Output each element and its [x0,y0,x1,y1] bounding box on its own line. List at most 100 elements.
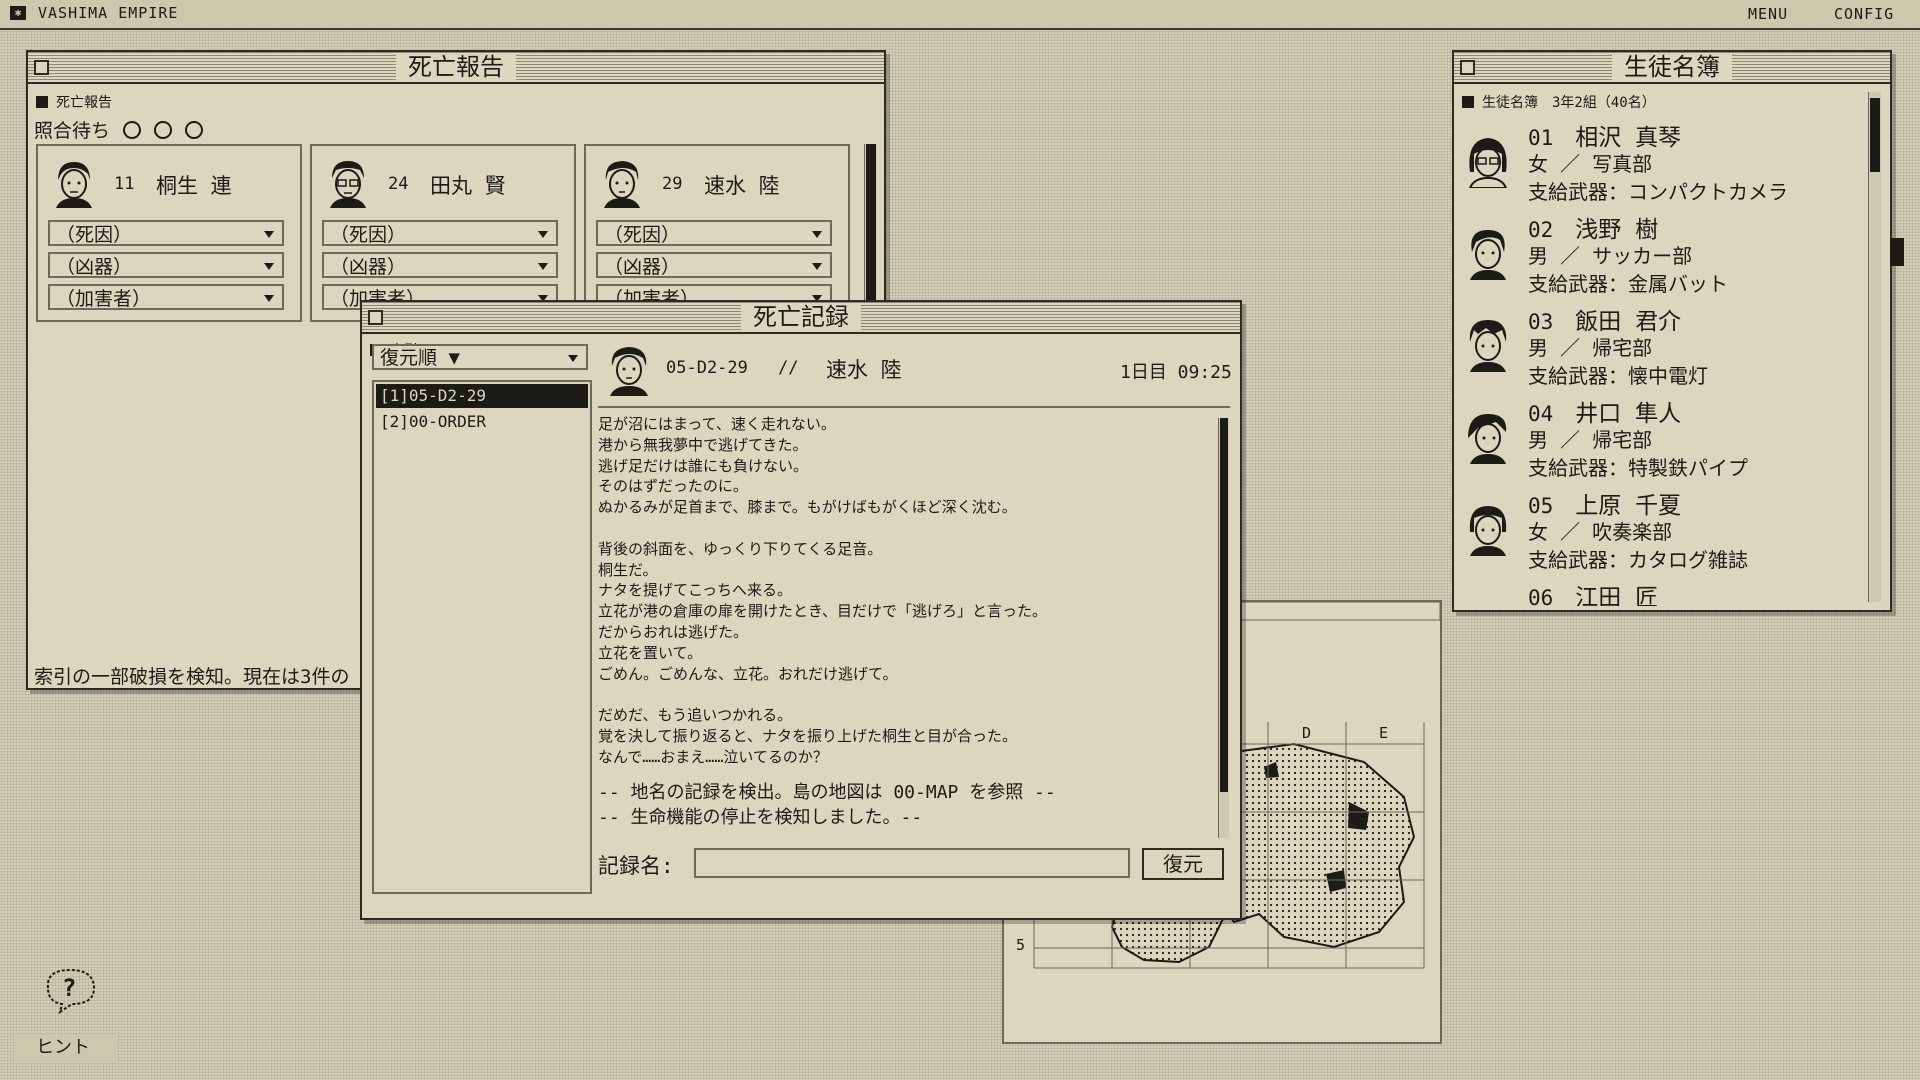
portrait-icon [1469,320,1507,372]
dropdown-arrow-icon [568,355,578,362]
student-number: 24 [388,174,409,194]
square-bullet-icon [36,96,48,108]
window-title: 死亡記録 [741,304,861,330]
index-item[interactable]: [1]05-D2-29 [376,384,588,408]
student-number: 01 [1528,126,1554,150]
victim-card[interactable]: 24 田丸 賢 （死因） （凶器） （加害者） [310,144,576,322]
dropdown-arrow-icon [538,231,548,238]
window-close-box[interactable] [34,60,49,75]
student-name: 速水 陸 [704,174,780,198]
window-titlebar[interactable]: 生徒名簿 [1454,52,1890,84]
roster-scrollbar[interactable] [1868,92,1881,602]
portrait-icon [1470,230,1506,280]
index-damage-notice: 索引の一部破損を検知。現在は3件の [34,666,350,688]
window-titlebar[interactable]: 死亡報告 [28,52,884,84]
cause-of-death-select[interactable]: （死因） [48,220,284,246]
gender-club: 男 ／ サッカー部 [1528,244,1693,268]
sort-order-select[interactable]: 復元順 ▼ [372,344,588,370]
match-status: 照合待ち [34,116,204,143]
victim-card[interactable]: 11 桐生 連 （死因） （凶器） （加害者） [36,144,302,322]
record-id: 05-D2-29 [666,358,748,378]
question-bubble-icon[interactable]: ? [38,964,102,1016]
window-title: 生徒名簿 [1612,54,1732,80]
student-number: 05 [1528,494,1554,518]
student-entry[interactable]: 04 井口 隼人 男 ／ 帰宅部 支給武器：特製鉄パイプ [1464,394,1884,484]
menu-button[interactable]: MENU [1748,5,1788,23]
perpetrator-select[interactable]: （加害者） [48,284,284,310]
portrait-icon [330,161,366,208]
cause-of-death-select[interactable]: （死因） [596,220,832,246]
portrait-icon [604,161,640,208]
map-col-label: E [1379,724,1388,742]
issued-weapon: 支給武器：金属バット [1528,272,1728,296]
svg-text:?: ? [62,974,76,1002]
map-row-label: 5 [1016,936,1025,954]
student-entry[interactable]: 03 飯田 君介 男 ／ 帰宅部 支給武器：懐中電灯 [1464,302,1884,392]
record-index-list[interactable]: [1]05-D2-29 [2]00-ORDER [372,380,592,894]
student-number: 03 [1528,310,1554,334]
portrait-icon [1468,414,1507,464]
portrait-icon [56,162,92,208]
dropdown-arrow-icon [812,263,822,270]
window-title: 死亡報告 [396,54,516,80]
record-name-input[interactable] [694,848,1130,878]
weapon-select[interactable]: （凶器） [322,252,558,278]
restore-button[interactable]: 復元 [1142,848,1224,880]
issued-weapon: 支給武器：特製鉄パイプ [1528,456,1748,480]
student-entry[interactable]: 02 浅野 樹 男 ／ サッカー部 支給武器：金属バット [1464,210,1884,300]
system-message: -- 地名の記録を検出。島の地図は 00-MAP を参照 -- [598,781,1056,803]
dropdown-arrow-icon [812,231,822,238]
class-info: 3年2組（40名） [1552,95,1656,111]
app-title: VASHIMA EMPIRE [38,4,179,22]
record-separator: // [778,358,799,378]
issued-weapon: 支給武器：懐中電灯 [1528,364,1708,388]
window-close-box[interactable] [368,310,383,325]
app-logo-icon: ✱ [10,6,26,20]
student-entry[interactable]: 05 上原 千夏 女 ／ 吹奏楽部 支給武器：カタログ雑誌 [1464,486,1884,576]
death-record-window[interactable]: 死亡記録 索引 復元順 ▼ [1]05-D2-29 [2]00-ORDER 05… [360,300,1242,920]
issued-weapon: 支給武器：カタログ雑誌 [1528,548,1748,572]
gender-club: 女 ／ 写真部 [1528,152,1653,176]
student-number: 04 [1528,402,1554,426]
square-bullet-icon [1462,96,1474,108]
student-name: 田丸 賢 [430,174,506,198]
window-close-box[interactable] [1460,60,1475,75]
window-titlebar[interactable]: 死亡記録 [362,302,1240,334]
record-name-label: 記録名: [598,854,674,878]
cause-of-death-select[interactable]: （死因） [322,220,558,246]
record-timestamp: 1日目 09:25 [1120,362,1232,383]
weapon-select[interactable]: （凶器） [48,252,284,278]
portrait-icon [1468,138,1508,188]
scrollbar-thumb[interactable] [1220,418,1228,792]
dropdown-arrow-icon [264,263,274,270]
map-col-label: D [1302,724,1311,742]
portrait-icon [1469,506,1507,556]
header-divider [598,406,1230,408]
student-number: 02 [1528,218,1554,242]
student-number: 11 [114,174,135,194]
index-item[interactable]: [2]00-ORDER [376,410,588,434]
system-message: -- 生命機能の停止を検知しました。-- [598,806,923,828]
record-scrollbar[interactable] [1218,418,1229,838]
dropdown-arrow-icon [264,231,274,238]
gender-club: 女 ／ 吹奏楽部 [1528,520,1673,544]
student-number: 06 [1528,586,1554,606]
weapon-select[interactable]: （凶器） [596,252,832,278]
status-circle-icon [123,121,142,139]
student-name: 桐生 連 [156,174,232,198]
record-victim-name: 速水 陸 [826,358,902,382]
gender-club: 男 ／ 帰宅部 [1528,336,1653,360]
student-entry[interactable]: 06 江田 匠 [1464,578,1884,606]
scrollbar-thumb[interactable] [1870,98,1880,172]
issued-weapon: 支給武器：コンパクトカメラ [1528,180,1788,204]
status-circle-icon [154,121,173,139]
victim-card[interactable]: 29 速水 陸 （死因） （凶器） （加害者） [584,144,850,322]
dropdown-arrow-icon [538,263,548,270]
section-header: 死亡報告 [36,92,112,112]
student-roster-window[interactable]: 生徒名簿 生徒名簿 3年2組（40名） 01 相沢 真琴 女 ／ 写真部 支給武器：… [1452,50,1892,612]
record-text: 足が沼にはまって、速く走れない。 港から無我夢中で逃げてきた。 逃げ足だけは誰に… [598,414,1210,842]
student-entry[interactable]: 01 相沢 真琴 女 ／ 写真部 支給武器：コンパクトカメラ [1464,118,1884,208]
roster-edge-handle[interactable] [1890,238,1904,266]
config-button[interactable]: CONFIG [1834,5,1894,23]
hint-button[interactable]: ヒント [14,1034,118,1062]
